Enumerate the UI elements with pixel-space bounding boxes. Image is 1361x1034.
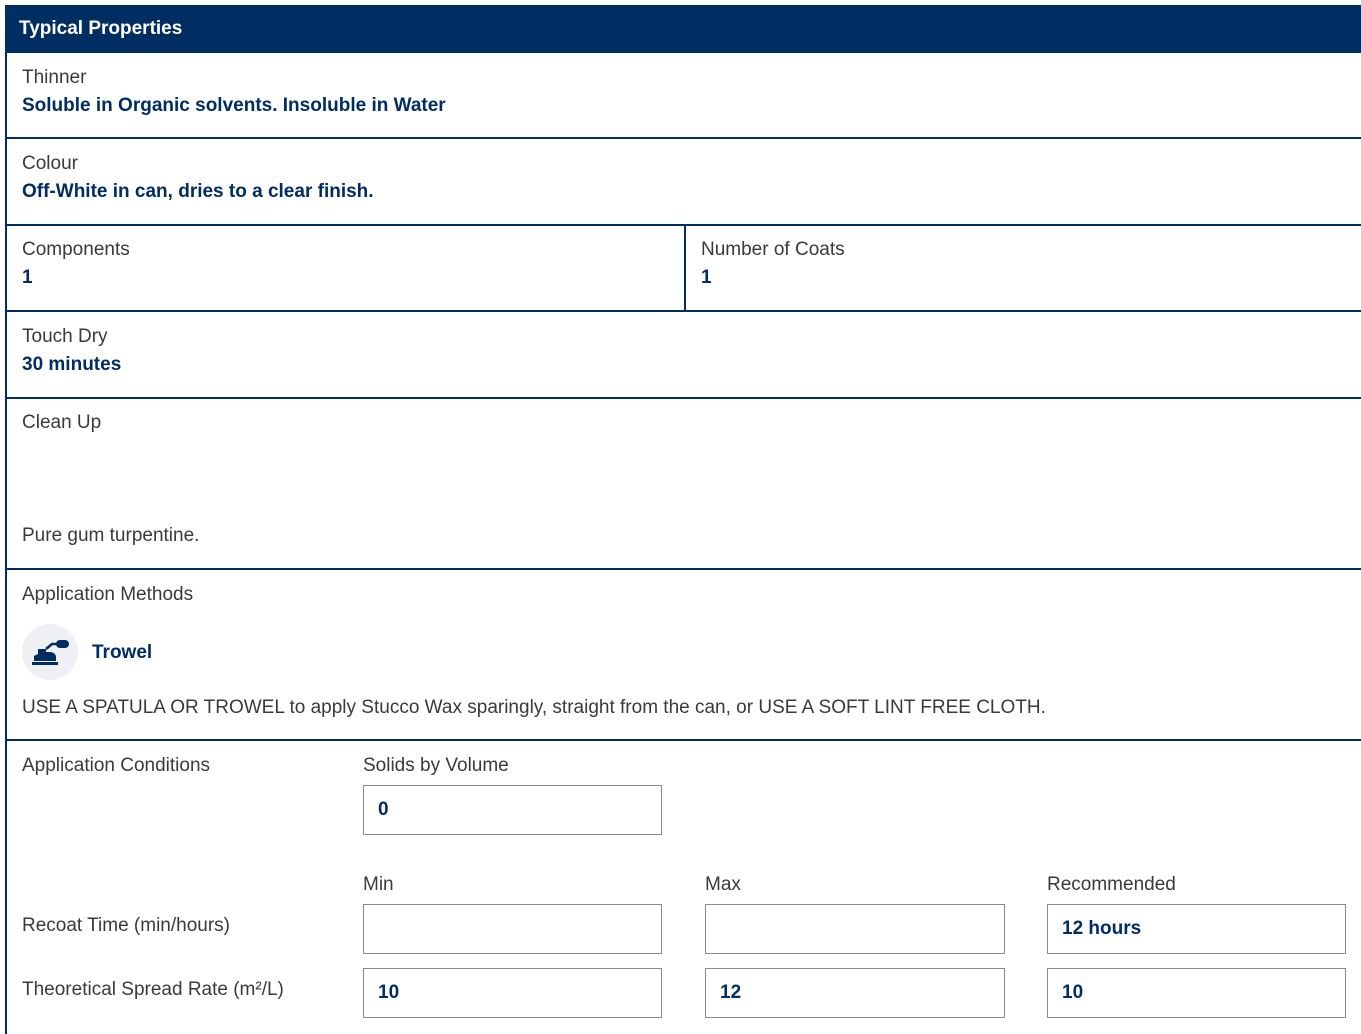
thinner-value: Soluble in Organic solvents. Insoluble i…	[22, 95, 446, 116]
method-trowel-label: Trowel	[92, 642, 153, 663]
panel-header: Typical Properties	[7, 5, 1361, 53]
colour-value: Off-White in can, dries to a clear finis…	[22, 181, 374, 202]
spread-rate-recommended-field[interactable]	[1047, 968, 1346, 1018]
column-header-max: Max	[705, 874, 741, 895]
recoat-time-recommended-field[interactable]	[1047, 904, 1346, 954]
components-coats-section: Components 1 Number of Coats 1	[7, 226, 1361, 312]
thinner-section: Thinner Soluble in Organic solvents. Ins…	[7, 53, 1361, 139]
column-header-recommended: Recommended	[1047, 874, 1176, 895]
application-methods-section: Application Methods Trowel USE A SPATULA…	[7, 570, 1361, 741]
clean-up-label: Clean Up	[22, 412, 102, 433]
application-conditions-label: Application Conditions	[22, 755, 211, 776]
coats-value: 1	[701, 267, 712, 288]
thinner-label: Thinner	[22, 67, 87, 88]
recoat-time-min-field[interactable]	[363, 904, 662, 954]
column-header-min: Min	[363, 874, 394, 895]
application-methods-description: USE A SPATULA OR TROWEL to apply Stucco …	[22, 697, 1046, 718]
solids-by-volume-label: Solids by Volume	[363, 755, 509, 776]
recoat-time-label: Recoat Time (min/hours)	[22, 915, 231, 936]
colour-label: Colour	[22, 153, 78, 174]
solids-by-volume-field[interactable]	[363, 785, 662, 835]
application-methods-label: Application Methods	[22, 584, 194, 605]
clean-up-value: Pure gum turpentine.	[22, 525, 200, 546]
components-label: Components	[22, 239, 130, 260]
spread-rate-max-field[interactable]	[705, 968, 1005, 1018]
clean-up-section: Clean Up Pure gum turpentine.	[7, 399, 1361, 570]
typical-properties-panel: Typical Properties Thinner Soluble in Or…	[5, 5, 1361, 1034]
coats-label: Number of Coats	[701, 239, 845, 260]
column-divider	[684, 226, 686, 310]
colour-section: Colour Off-White in can, dries to a clea…	[7, 139, 1361, 226]
recoat-time-max-field[interactable]	[705, 904, 1005, 954]
spread-rate-min-field[interactable]	[363, 968, 662, 1018]
touch-dry-label: Touch Dry	[22, 326, 108, 347]
spread-rate-label: Theoretical Spread Rate (m²/L)	[22, 979, 284, 1000]
application-conditions-section: Application Conditions Solids by Volume …	[7, 741, 1361, 1034]
trowel-icon	[22, 624, 78, 680]
touch-dry-value: 30 minutes	[22, 354, 122, 375]
components-value: 1	[22, 267, 33, 288]
touch-dry-section: Touch Dry 30 minutes	[7, 312, 1361, 399]
